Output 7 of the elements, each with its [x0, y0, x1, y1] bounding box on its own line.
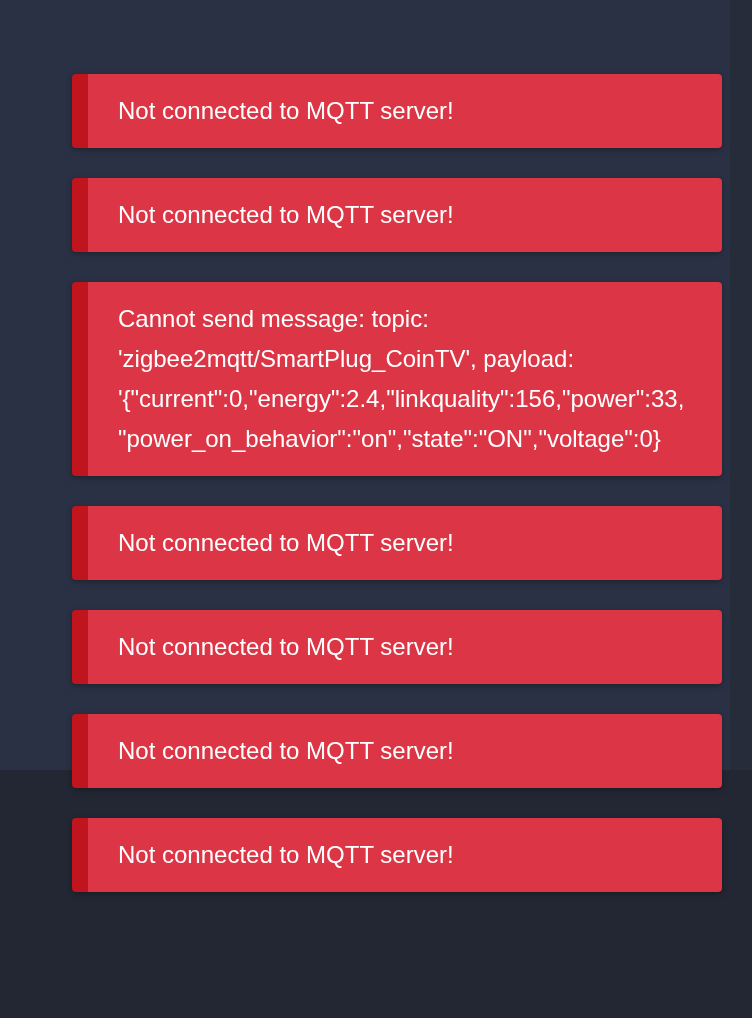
error-toast: Not connected to MQTT server!	[72, 74, 722, 148]
error-toast: Not connected to MQTT server!	[72, 714, 722, 788]
error-toast: Not connected to MQTT server!	[72, 610, 722, 684]
error-toast: Not connected to MQTT server!	[72, 818, 722, 892]
error-toast: Not connected to MQTT server!	[72, 178, 722, 252]
error-toast: Cannot send message: topic: 'zigbee2mqtt/SmartPlug_CoinTV', payload: '{"current":0,"energy":2.4,"linkquality":156,"power":33,"power_on_behavior":"on","state":"ON","voltage":0}	[72, 282, 722, 476]
error-toast: Not connected to MQTT server!	[72, 506, 722, 580]
